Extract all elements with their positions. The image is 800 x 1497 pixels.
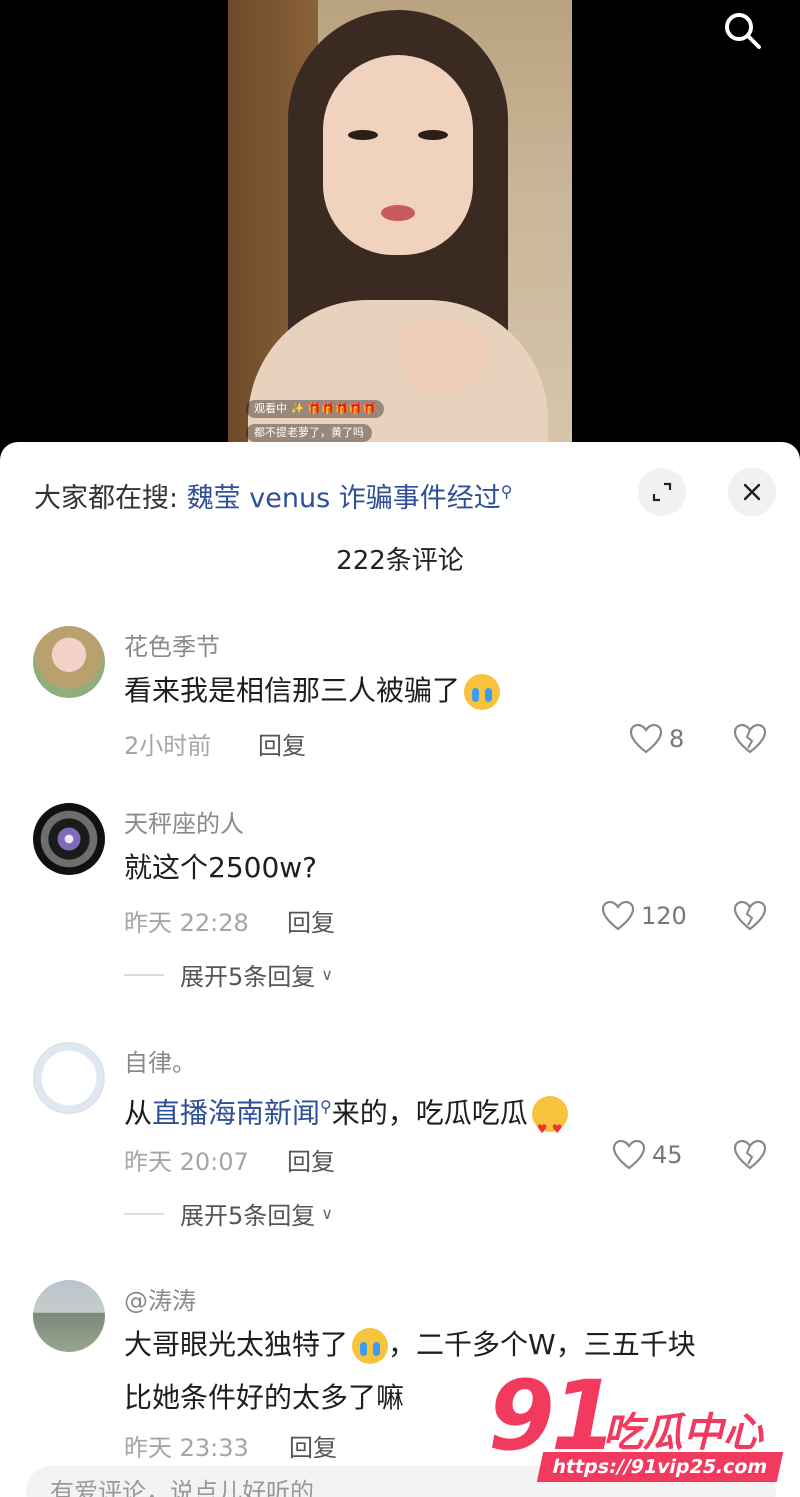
close-button[interactable] xyxy=(728,468,776,516)
avatar[interactable] xyxy=(33,626,105,698)
streamer-mouth xyxy=(381,205,415,221)
expand-replies-button[interactable]: 展开5条回复 ∨ xyxy=(124,957,333,992)
hot-search-bar[interactable]: 大家都在搜: 魏莹 venus 诈骗事件经过⚲ xyxy=(34,476,512,515)
avatar[interactable] xyxy=(33,1280,105,1352)
comment-time: 昨天 22:28 xyxy=(124,909,249,937)
comment-text: 从直播海南新闻⚲来的，吃瓜吃瓜 xyxy=(124,1080,568,1156)
heart-icon xyxy=(629,724,663,754)
search-small-icon: ⚲ xyxy=(500,482,513,501)
chevron-down-icon: ∨ xyxy=(321,1204,333,1223)
cry-laugh-icon xyxy=(352,1328,389,1364)
heart-eyes-icon xyxy=(531,1096,568,1156)
reply-button[interactable]: 回复 xyxy=(287,1142,335,1177)
like-count: 8 xyxy=(669,725,685,753)
reply-button[interactable]: 回复 xyxy=(258,726,306,761)
comment-username[interactable]: 天秤座的人 xyxy=(124,804,244,839)
search-icon xyxy=(725,13,761,49)
live-chat-line: 观看中 ✨ 🎁🎁🎁🎁🎁 xyxy=(246,400,385,418)
live-chat-line: 都不提老萝了，黄了吗 xyxy=(246,424,372,442)
comment-time: 2小时前 xyxy=(124,732,212,760)
heart-icon xyxy=(601,901,635,931)
live-video-area[interactable]: 观看中 ✨ 🎁🎁🎁🎁🎁 都不提老萝了，黄了吗 xyxy=(0,0,800,470)
video-frame: 观看中 ✨ 🎁🎁🎁🎁🎁 都不提老萝了，黄了吗 xyxy=(228,0,572,470)
like-count: 120 xyxy=(641,902,687,930)
comment-text: 就这个2500w? xyxy=(124,851,318,884)
comment-text-content: 看来我是相信那三人被骗了 xyxy=(124,674,461,707)
dislike-button[interactable] xyxy=(733,900,767,933)
comment-time: 昨天 20:07 xyxy=(124,1148,249,1176)
hot-search-keyword[interactable]: 魏莹 venus 诈骗事件经过 xyxy=(187,483,501,514)
comment-text-prefix: 从 xyxy=(124,1096,153,1130)
comment-time: 昨天 23:33 xyxy=(124,1434,249,1462)
hot-search-prefix: 大家都在搜: xyxy=(34,483,187,514)
expand-sheet-button[interactable] xyxy=(638,468,686,516)
comment-text-suffix: 来的，吃瓜吃瓜 xyxy=(331,1096,528,1130)
broken-heart-icon xyxy=(733,900,767,931)
dislike-button[interactable] xyxy=(733,723,767,756)
comment-count-title: 222条评论 xyxy=(336,546,464,576)
comment-username[interactable]: 自律。 xyxy=(124,1043,196,1078)
comment-input[interactable] xyxy=(50,1478,550,1497)
comment-text-line2: 比她条件好的太多了嘛 xyxy=(124,1381,405,1414)
like-button[interactable]: 120 xyxy=(601,901,687,931)
like-button[interactable]: 45 xyxy=(612,1140,683,1170)
divider-dash xyxy=(124,1212,164,1215)
reply-button[interactable]: 回复 xyxy=(289,1428,337,1463)
streamer-eye-left xyxy=(348,130,378,140)
like-button[interactable]: 8 xyxy=(629,724,684,754)
broken-heart-icon xyxy=(733,1139,767,1170)
like-count: 45 xyxy=(652,1141,683,1169)
streamer-face xyxy=(323,55,473,255)
broken-heart-icon xyxy=(733,723,767,754)
chevron-down-icon: ∨ xyxy=(321,965,333,984)
heart-icon xyxy=(612,1140,646,1170)
comment-username[interactable]: 花色季节 xyxy=(124,627,220,662)
comment-username[interactable]: @涛涛 xyxy=(124,1281,196,1316)
expand-replies-button[interactable]: 展开5条回复 ∨ xyxy=(124,1196,333,1231)
streamer-eye-right xyxy=(418,130,448,140)
watermark-logo-number: 91 xyxy=(488,1360,618,1472)
cry-laugh-icon xyxy=(464,674,501,710)
search-small-icon: ⚲ xyxy=(320,1097,332,1116)
comment-text: 看来我是相信那三人被骗了 xyxy=(124,664,501,718)
comment-text-line1: 大哥眼光太独特了 xyxy=(124,1328,349,1361)
search-button[interactable] xyxy=(718,6,766,54)
comment-text-line1-after: ，二千多个W，三五千块 xyxy=(388,1328,696,1361)
avatar[interactable] xyxy=(33,803,105,875)
comment-search-link[interactable]: 直播海南新闻 xyxy=(152,1096,320,1129)
expand-icon xyxy=(652,482,672,502)
reply-button[interactable]: 回复 xyxy=(287,903,335,938)
expand-replies-label: 展开5条回复 xyxy=(180,1202,316,1230)
expand-replies-label: 展开5条回复 xyxy=(180,963,316,991)
close-icon xyxy=(743,483,761,501)
streamer-hand xyxy=(398,320,488,390)
divider-dash xyxy=(124,973,164,976)
dislike-button[interactable] xyxy=(733,1139,767,1172)
avatar[interactable] xyxy=(33,1042,105,1114)
watermark-url: https://91vip25.com xyxy=(536,1452,784,1482)
watermark-logo-text: 吃瓜中心 xyxy=(603,1410,763,1456)
